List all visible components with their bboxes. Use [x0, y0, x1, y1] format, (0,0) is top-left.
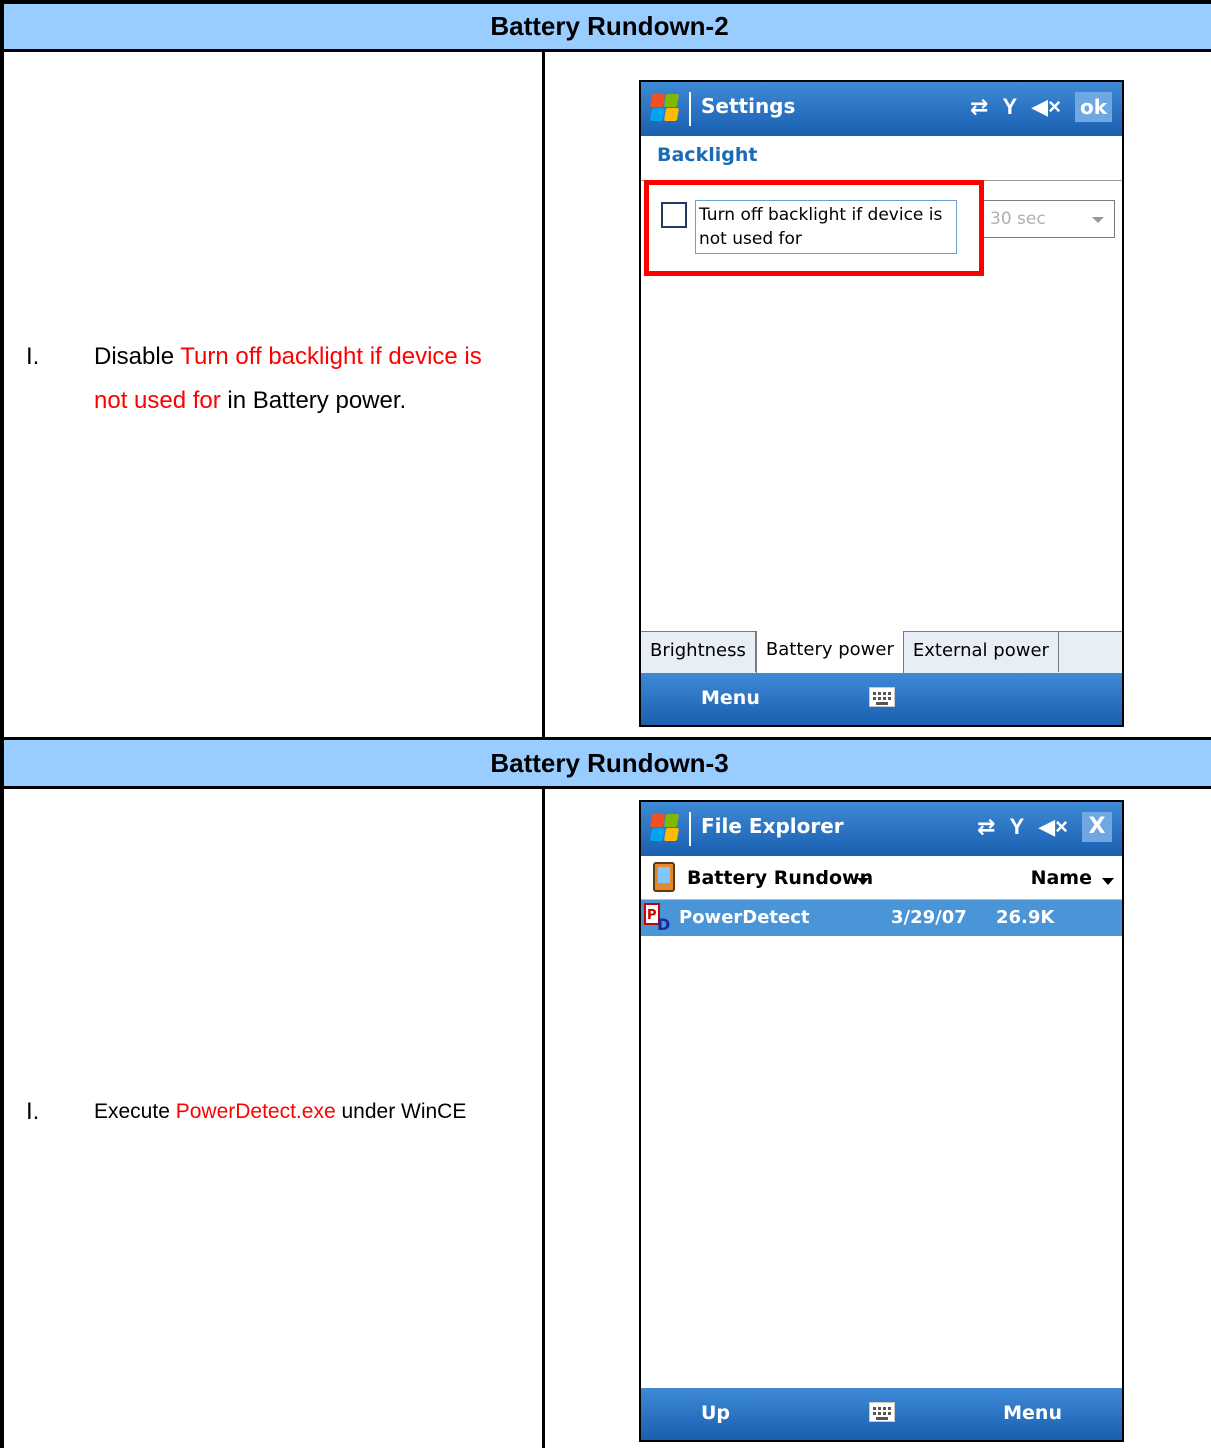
window-title: File Explorer — [701, 814, 844, 838]
file-name: PowerDetect — [679, 907, 810, 928]
step-text-pre: Execute — [94, 1100, 176, 1123]
sort-selector[interactable]: Name — [1031, 867, 1092, 889]
step-instruction: I. Disable Turn off backlight if device … — [26, 335, 514, 423]
window-title: Settings — [701, 94, 796, 118]
signal-icon[interactable]: Y — [1002, 94, 1017, 120]
connectivity-icon[interactable]: ⇄ — [977, 814, 995, 840]
title-bar: Settings ⇄ Y ◀× ok — [641, 82, 1122, 136]
folder-selector[interactable]: Battery Rundown — [687, 867, 873, 889]
status-icons: ⇄ Y ◀× ok — [970, 92, 1112, 122]
keyboard-icon[interactable] — [868, 1402, 895, 1422]
title-bar: File Explorer ⇄ Y ◀× X — [641, 802, 1122, 856]
file-size: 26.9K — [996, 907, 1055, 928]
timeout-dropdown[interactable]: 30 sec — [981, 200, 1115, 238]
step-number: I. — [26, 1098, 40, 1125]
highlight-box — [644, 180, 984, 276]
document-page: Battery Rundown-2 I. Disable Turn off ba… — [0, 0, 1211, 1448]
executable-file-icon: P D — [644, 903, 670, 934]
section-title: Battery Rundown-3 — [490, 747, 729, 778]
timeout-dropdown-value: 30 sec — [990, 209, 1046, 229]
section-header: Battery Rundown-2 — [4, 4, 1211, 52]
title-separator — [689, 812, 691, 846]
signal-icon[interactable]: Y — [1010, 814, 1025, 840]
chevron-down-icon — [1092, 217, 1104, 223]
list-item[interactable]: P D PowerDetect 3/29/07 26.9K — [641, 900, 1122, 936]
volume-mute-icon[interactable]: ◀× — [1031, 94, 1061, 120]
title-separator — [689, 92, 691, 126]
section-title: Battery Rundown-2 — [490, 11, 729, 41]
volume-mute-icon[interactable]: ◀× — [1038, 814, 1068, 840]
chevron-down-icon[interactable] — [1102, 878, 1114, 885]
folder-bar: Battery Rundown Name — [641, 856, 1122, 900]
menu-softkey[interactable]: Menu — [701, 687, 760, 709]
tab-brightness[interactable]: Brightness — [641, 632, 756, 672]
svg-text:P: P — [647, 908, 657, 923]
softkey-bar: Menu — [641, 673, 1122, 725]
tab-external-power[interactable]: External power — [904, 632, 1059, 672]
windows-start-icon[interactable] — [649, 812, 681, 844]
close-button[interactable]: X — [1082, 812, 1112, 842]
svg-text:D: D — [657, 915, 670, 934]
step-text-post: under WinCE — [335, 1100, 467, 1123]
step-row: I. Execute PowerDetect.exe under WinCE F… — [4, 789, 1211, 1448]
step-text-pre: Disable — [94, 343, 181, 370]
connectivity-icon[interactable]: ⇄ — [970, 94, 988, 120]
softkey-bar: Up Menu — [641, 1388, 1122, 1440]
step-text-highlight: PowerDetect.exe — [175, 1100, 336, 1123]
step-text-post: in Battery power. — [220, 387, 407, 414]
section-header: Battery Rundown-3 — [4, 737, 1211, 789]
column-divider — [542, 789, 545, 1448]
keyboard-icon[interactable] — [868, 687, 895, 707]
up-softkey[interactable]: Up — [701, 1402, 730, 1424]
device-folder-icon — [653, 862, 675, 892]
file-date: 3/29/07 — [891, 907, 967, 928]
step-text: Disable Turn off backlight if device is … — [94, 335, 514, 423]
status-icons: ⇄ Y ◀× X — [977, 812, 1112, 842]
device-screenshot-settings: Settings ⇄ Y ◀× ok Backlight Turn off ba… — [639, 80, 1124, 727]
column-divider — [542, 52, 545, 737]
step-text: Execute PowerDetect.exe under WinCE — [94, 1090, 494, 1134]
tab-battery-power[interactable]: Battery power — [755, 631, 904, 675]
page-heading: Backlight — [657, 144, 758, 166]
chevron-down-icon[interactable] — [857, 878, 869, 885]
ok-button[interactable]: ok — [1074, 92, 1112, 122]
menu-softkey[interactable]: Menu — [1003, 1402, 1062, 1424]
step-instruction: I. Execute PowerDetect.exe under WinCE — [26, 1090, 494, 1134]
tab-bar: Brightness Battery power External power — [641, 631, 1122, 675]
step-number: I. — [26, 343, 40, 370]
step-row: I. Disable Turn off backlight if device … — [4, 52, 1211, 737]
device-screenshot-file-explorer: File Explorer ⇄ Y ◀× X Battery Rundown N… — [639, 800, 1124, 1442]
windows-start-icon[interactable] — [649, 92, 681, 124]
